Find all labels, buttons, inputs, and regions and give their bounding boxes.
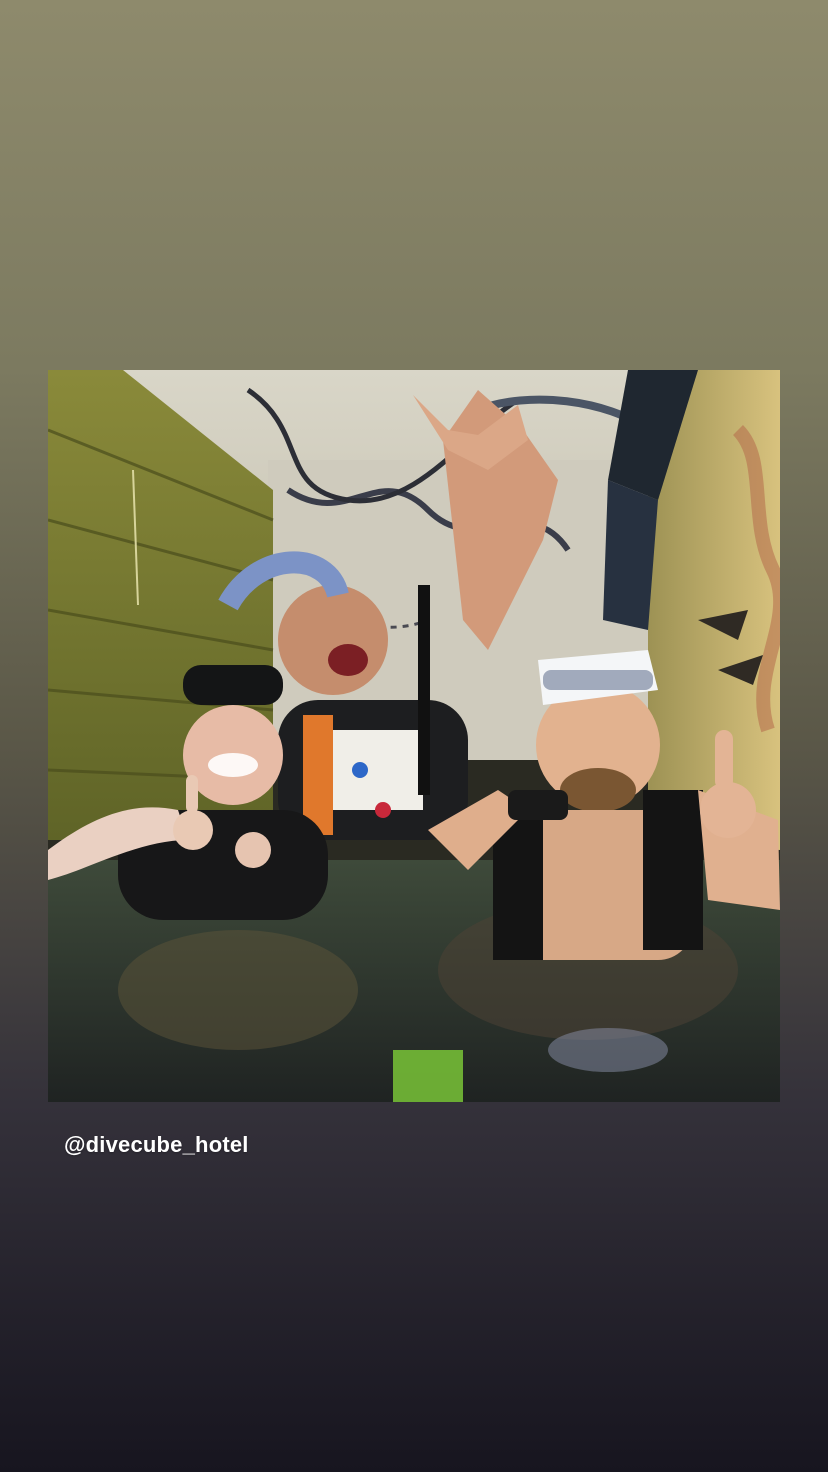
mention-tag[interactable]: @divecube_hotel <box>64 1132 249 1158</box>
shared-photo[interactable] <box>48 370 780 1102</box>
story-viewer: @divecube_hotel <box>0 0 828 1472</box>
scuba-divers-photo <box>48 370 780 1102</box>
